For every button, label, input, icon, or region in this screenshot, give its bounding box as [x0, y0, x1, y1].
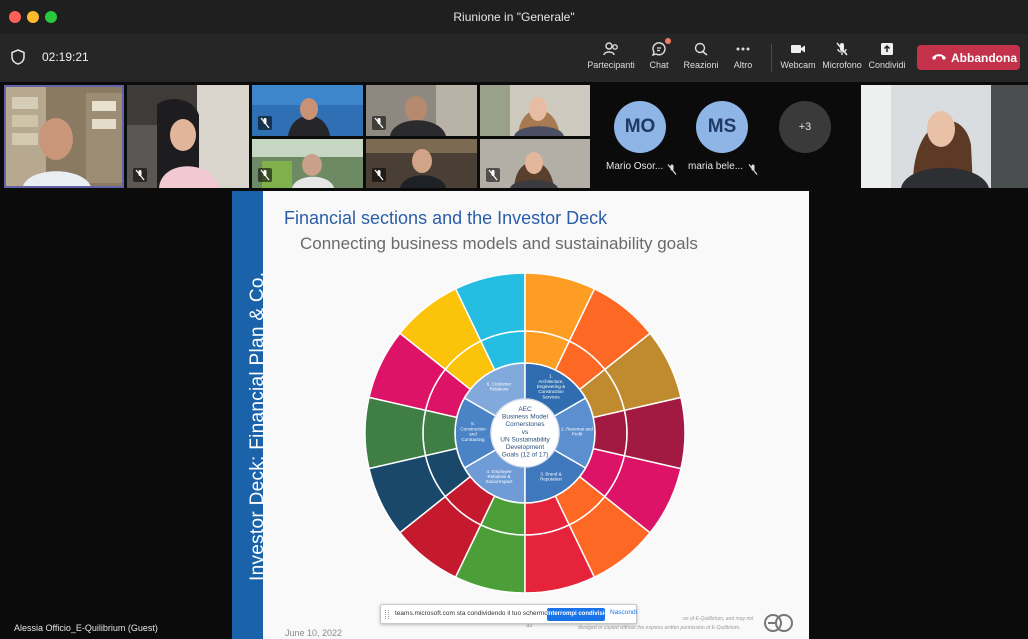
muted-indicator	[372, 116, 386, 130]
title-bar: Riunione in "Generale"	[0, 0, 1028, 34]
slide-footer-line-2: divulged or copied without the express w…	[578, 625, 741, 631]
presenter-name: Alessia Officio_E-Quilibrium (Guest)	[14, 623, 158, 633]
mic-muted-icon	[836, 42, 848, 56]
drag-handle[interactable]	[385, 610, 389, 619]
avatar-mo[interactable]: MO	[614, 101, 666, 153]
more-button[interactable]: Altro	[715, 40, 771, 78]
reactions-icon	[694, 42, 708, 56]
leave-button[interactable]: Abbandona	[917, 45, 1020, 70]
video-tile-participant-7[interactable]	[366, 139, 477, 188]
camera-icon	[791, 45, 805, 53]
video-tile-active-speaker[interactable]	[4, 85, 124, 188]
muted-indicator	[258, 116, 272, 130]
video-tile-participant-3[interactable]	[252, 85, 363, 136]
slide-subtitle: Connecting business models and sustainab…	[300, 234, 698, 253]
hide-button[interactable]: Nascondi	[610, 609, 637, 616]
slide-title: Financial sections and the Investor Deck	[284, 208, 608, 228]
mic-muted-icon	[667, 164, 677, 175]
shared-screen-slide: Investor Deck: Financial Plan & Co. Fina…	[232, 191, 809, 639]
sdg-middle-segment	[422, 409, 458, 457]
share-label: Condividi	[868, 60, 906, 70]
video-tile-participant-6[interactable]	[252, 139, 363, 188]
participant-name-ms: maria bele...	[688, 161, 744, 172]
meeting-timer: 02:19:21	[42, 50, 89, 64]
more-icon	[736, 47, 750, 51]
leave-label: Abbandona	[951, 51, 1017, 65]
stop-sharing-button[interactable]: Interrompi condivisione	[547, 608, 615, 621]
mic-muted-icon	[748, 164, 758, 175]
people-icon	[603, 42, 618, 56]
participant-name-mo: Mario Osor...	[606, 161, 664, 172]
sdg-wheel-diagram: AEC Business Model Cornerstones vs UN Sustai…	[364, 272, 686, 594]
muted-indicator	[258, 168, 272, 182]
video-tile-participant-8[interactable]	[480, 139, 590, 188]
window-title: Riunione in "Generale"	[453, 10, 575, 24]
muted-indicator	[486, 168, 500, 182]
share-button[interactable]: Condividi	[859, 40, 915, 78]
cornerstone-label: 6. Customer Relations	[487, 381, 512, 391]
avatar-ms[interactable]: MS	[696, 101, 748, 153]
hang-up-icon	[932, 54, 946, 60]
video-tile-participant-2[interactable]	[127, 85, 249, 188]
more-label: Altro	[733, 60, 753, 70]
participant-video	[6, 87, 122, 186]
participant-video	[861, 85, 1028, 188]
slide-side-title: Investor Deck: Financial Plan & Co.	[247, 271, 268, 581]
cornerstone-label: 4. Employee Relations & Social Impact	[485, 469, 513, 484]
meeting-toolbar: 02:19:21 Partecipanti Chat Reazioni Altr…	[0, 34, 1028, 82]
more-participants-button[interactable]: +3	[779, 101, 831, 153]
shield-icon[interactable]	[11, 49, 25, 65]
muted-indicator	[372, 168, 386, 182]
equilibrium-logo	[764, 614, 793, 632]
participant-video	[480, 85, 590, 136]
video-tile-participant-9[interactable]	[861, 85, 1028, 188]
sdg-middle-segment	[592, 409, 628, 457]
slide-side-bar: Investor Deck: Financial Plan & Co.	[232, 191, 268, 639]
video-tile-participant-5[interactable]	[480, 85, 590, 136]
cornerstone-label: 3. Brand & Reputation	[540, 471, 562, 481]
video-tile-participant-4[interactable]	[366, 85, 477, 136]
muted-indicator	[133, 168, 147, 182]
share-icon	[881, 43, 893, 55]
slide-date: June 10, 2022	[285, 628, 343, 638]
teams-meeting-window: Riunione in "Generale" 02:19:21 Partecip…	[0, 0, 1028, 639]
screen-share-notification: teams.microsoft.com sta condividendo il …	[380, 604, 637, 624]
chat-unread-badge	[665, 38, 671, 44]
slide-footer-line-1: on of E-Quilibrium, and may not	[683, 616, 754, 622]
share-message: teams.microsoft.com sta condividendo il …	[395, 610, 550, 617]
